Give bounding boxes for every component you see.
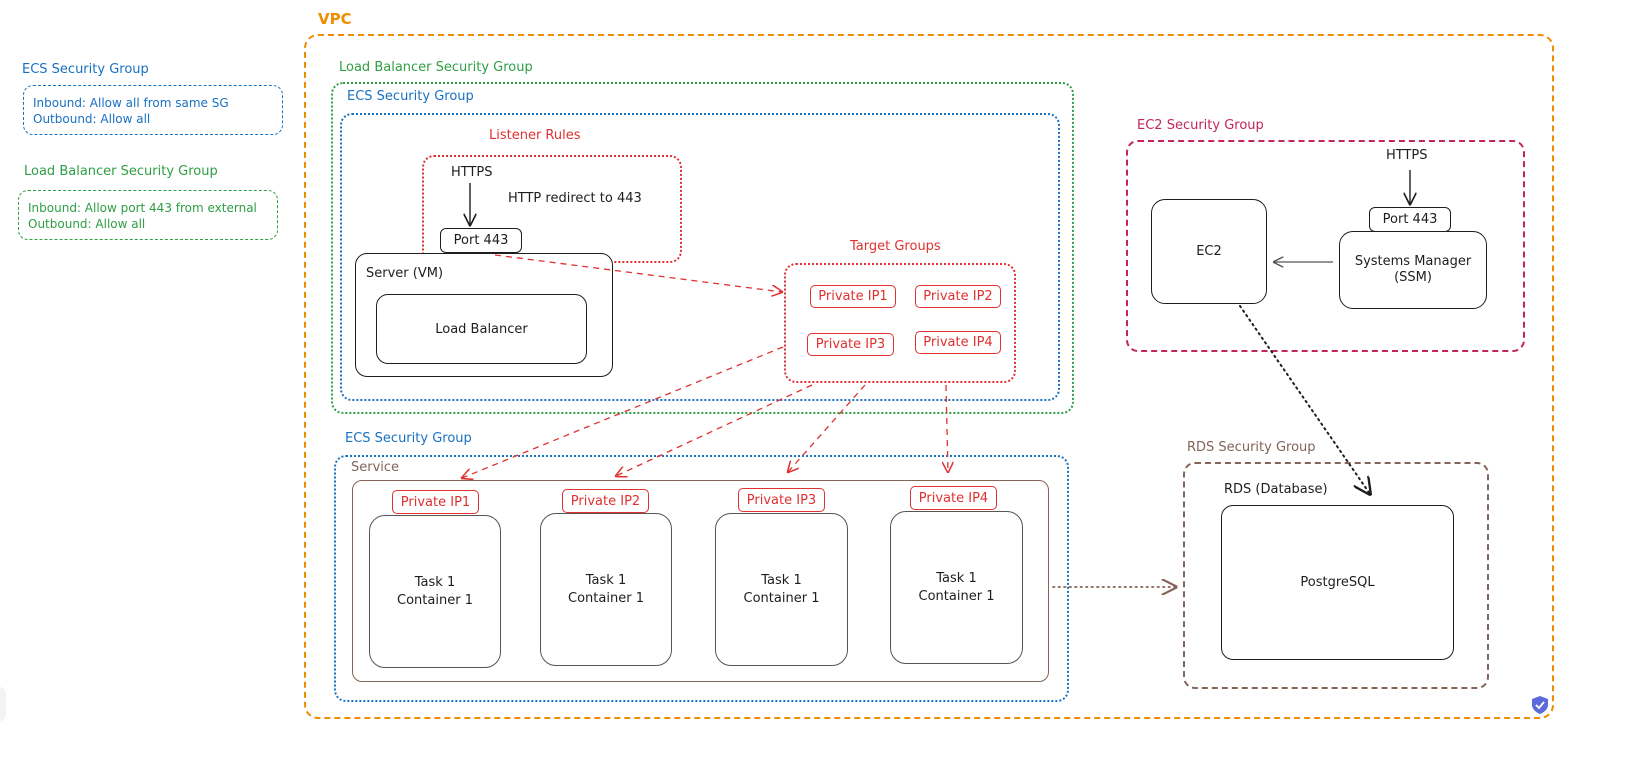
- legend-ecs-inbound: Inbound: Allow all from same SG: [33, 96, 229, 110]
- ec2-sg-title: EC2 Security Group: [1137, 118, 1264, 133]
- task-ip-3[interactable]: Private IP3: [738, 488, 825, 512]
- lb-port-443-label: Port 443: [453, 233, 509, 248]
- listener-https-label: HTTPS: [451, 165, 493, 180]
- task-ip-4-label: Private IP4: [918, 490, 989, 506]
- side-panel-handle[interactable]: [0, 687, 6, 721]
- task-1-label: Task 1: [761, 572, 802, 588]
- task-container-1[interactable]: Task 1 Container 1: [369, 515, 501, 668]
- task-ip-1[interactable]: Private IP1: [392, 490, 479, 514]
- shield-check-icon[interactable]: [1532, 696, 1548, 714]
- task-1-label: Task 1: [414, 574, 456, 590]
- ssm-port-443-box[interactable]: Port 443: [1369, 207, 1451, 232]
- ssm-box[interactable]: Systems Manager (SSM): [1339, 231, 1487, 309]
- vpc-title: VPC: [318, 10, 352, 28]
- target-group-ip-1-label: Private IP1: [818, 289, 888, 304]
- legend-ecs-outbound: Outbound: Allow all: [33, 112, 151, 126]
- ssm-label-line1: Systems Manager: [1354, 254, 1472, 269]
- listener-redirect-label: HTTP redirect to 443: [508, 191, 642, 206]
- legend-ecs-title: ECS Security Group: [22, 62, 149, 77]
- target-group-ip-1[interactable]: Private IP1: [810, 285, 896, 308]
- lb-sg-title: Load Balancer Security Group: [339, 60, 533, 75]
- task-container-4[interactable]: Task 1 Container 1: [890, 511, 1023, 664]
- rds-sg-title: RDS Security Group: [1187, 440, 1316, 455]
- service-title: Service: [351, 460, 400, 475]
- container-1-label: Container 1: [568, 590, 644, 606]
- ecs-sg-bottom-title: ECS Security Group: [345, 431, 472, 446]
- ssm-port-443-label: Port 443: [1382, 212, 1438, 227]
- task-1-label: Task 1: [936, 570, 977, 586]
- container-1-label: Container 1: [397, 592, 473, 608]
- task-1-label: Task 1: [585, 572, 627, 588]
- target-groups-title: Target Groups: [850, 239, 941, 254]
- target-groups-container[interactable]: [784, 263, 1016, 383]
- ssm-https-label: HTTPS: [1386, 148, 1428, 163]
- ssm-label-line2: (SSM): [1394, 270, 1432, 285]
- listener-rules-title: Listener Rules: [489, 128, 581, 143]
- target-group-ip-2-label: Private IP2: [923, 289, 993, 304]
- ec2-label: EC2: [1196, 244, 1222, 259]
- lb-port-443-box[interactable]: Port 443: [440, 228, 522, 253]
- postgresql-box[interactable]: PostgreSQL: [1221, 505, 1454, 660]
- legend-lb-box[interactable]: Inbound: Allow port 443 from external Ou…: [18, 190, 278, 240]
- target-group-ip-4[interactable]: Private IP4: [915, 331, 1001, 354]
- target-group-ip-4-label: Private IP4: [923, 335, 993, 350]
- task-ip-2-label: Private IP2: [570, 493, 641, 509]
- container-1-label: Container 1: [743, 590, 820, 606]
- task-container-3[interactable]: Task 1 Container 1: [715, 513, 848, 666]
- container-1-label: Container 1: [918, 588, 995, 604]
- target-group-ip-3[interactable]: Private IP3: [807, 333, 894, 356]
- server-vm-title: Server (VM): [366, 266, 444, 281]
- task-container-2[interactable]: Task 1 Container 1: [540, 513, 672, 666]
- task-ip-1-label: Private IP1: [400, 494, 471, 510]
- load-balancer-box[interactable]: Load Balancer: [376, 294, 587, 364]
- load-balancer-label: Load Balancer: [435, 321, 528, 337]
- ec2-box[interactable]: EC2: [1151, 199, 1267, 304]
- postgresql-label: PostgreSQL: [1300, 575, 1375, 590]
- legend-lb-outbound: Outbound: Allow all: [28, 217, 146, 231]
- target-group-ip-3-label: Private IP3: [815, 337, 886, 352]
- legend-lb-inbound: Inbound: Allow port 443 from external: [28, 201, 257, 215]
- task-ip-4[interactable]: Private IP4: [910, 486, 997, 510]
- ecs-sg-top-title: ECS Security Group: [347, 89, 474, 104]
- rds-database-label: RDS (Database): [1224, 482, 1328, 497]
- legend-ecs-box[interactable]: Inbound: Allow all from same SG Outbound…: [23, 85, 283, 135]
- target-group-ip-2[interactable]: Private IP2: [915, 285, 1001, 308]
- task-ip-2[interactable]: Private IP2: [562, 489, 649, 513]
- legend-lb-title: Load Balancer Security Group: [24, 164, 218, 179]
- task-ip-3-label: Private IP3: [746, 492, 817, 508]
